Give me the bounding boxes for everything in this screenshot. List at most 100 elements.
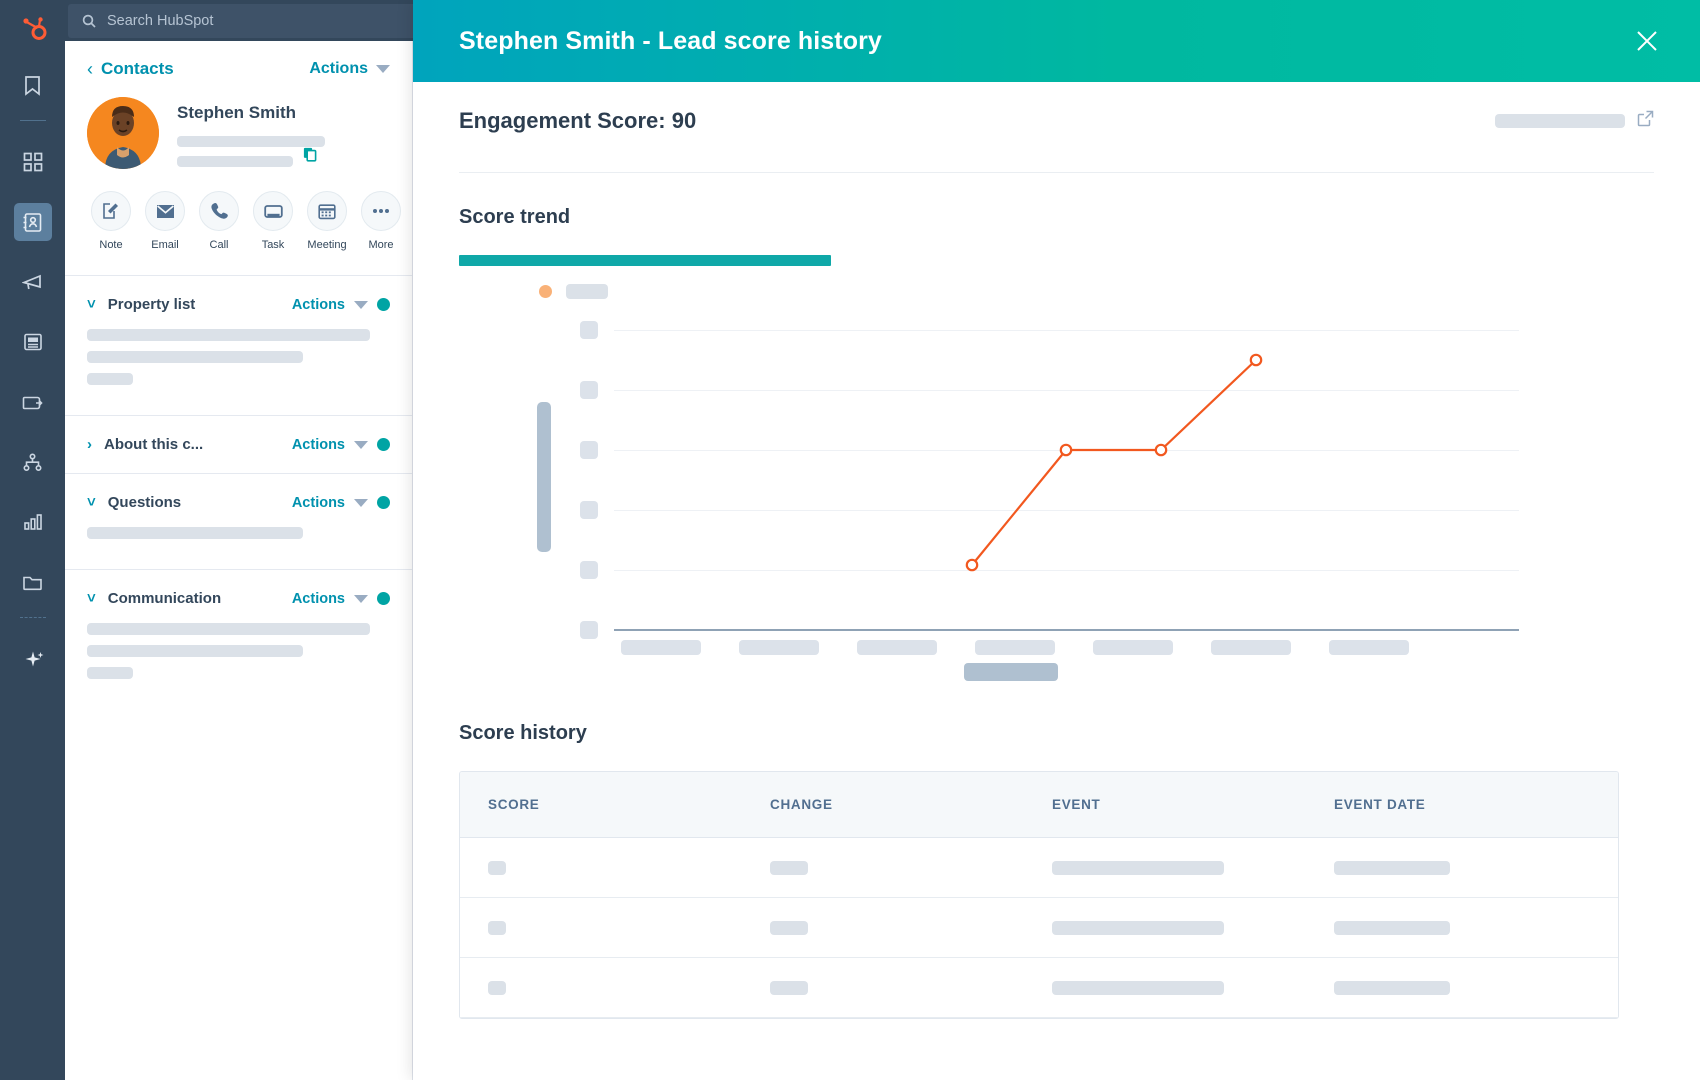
sidebar-item-library[interactable] — [14, 563, 52, 601]
section-title: Questions — [108, 494, 181, 511]
section-header[interactable]: ˅ Questions Actions — [87, 494, 390, 511]
cell-event — [1024, 861, 1306, 875]
caret-down-icon[interactable] — [354, 499, 368, 507]
section-actions-label[interactable]: Actions — [292, 591, 345, 607]
table-row[interactable] — [460, 958, 1618, 1018]
contact-actions-dropdown[interactable]: Actions — [309, 60, 390, 78]
x-tick-skeleton — [1329, 640, 1409, 655]
y-axis-ticks — [580, 284, 600, 704]
avatar — [87, 97, 159, 169]
sidebar-item-commerce[interactable] — [14, 383, 52, 421]
megaphone-icon — [22, 273, 43, 291]
quick-action-more[interactable]: More — [361, 191, 401, 251]
section-title: About this c... — [104, 436, 203, 453]
chevron-down-icon[interactable]: ˅ — [87, 591, 96, 606]
section-divider — [459, 172, 1654, 173]
modal-body: Engagement Score: 90 Score trend — [413, 82, 1700, 1019]
sidebar-item-ai-assistant[interactable] — [14, 640, 52, 678]
phone-icon — [199, 191, 239, 231]
lead-score-history-modal: Stephen Smith - Lead score history Engag… — [413, 0, 1700, 1080]
skeleton-line — [87, 645, 303, 657]
envelope-icon — [145, 191, 185, 231]
breadcrumb-back-contacts[interactable]: ‹ Contacts — [87, 59, 174, 79]
sidebar-item-reporting[interactable] — [14, 503, 52, 541]
panel-section-about: › About this c... Actions — [65, 416, 412, 474]
chevron-left-icon: ‹ — [87, 60, 93, 78]
sidebar-item-marketing[interactable] — [14, 263, 52, 301]
section-actions-label[interactable]: Actions — [292, 297, 345, 313]
breadcrumb-label: Contacts — [101, 59, 174, 79]
sidebar-item-content[interactable] — [14, 323, 52, 361]
x-tick-skeleton — [1093, 640, 1173, 655]
table-header-row: SCORE CHANGE EVENT EVENT DATE — [460, 772, 1618, 838]
x-axis-labels — [621, 640, 1519, 706]
chevron-down-icon[interactable]: ˅ — [87, 297, 96, 312]
panel-section-questions: ˅ Questions Actions — [65, 474, 412, 570]
section-actions-label[interactable]: Actions — [292, 495, 345, 511]
sidebar-item-contacts[interactable] — [14, 203, 52, 241]
column-header-event-date[interactable]: EVENT DATE — [1306, 797, 1588, 812]
panel-section-communication: ˅ Communication Actions — [65, 570, 412, 709]
status-dot — [377, 298, 390, 311]
caret-down-icon[interactable] — [354, 595, 368, 603]
contact-panel: ‹ Contacts Actions — [65, 41, 413, 1080]
skeleton-cell — [770, 861, 808, 875]
column-header-change[interactable]: CHANGE — [742, 797, 1024, 812]
quick-action-note[interactable]: Note — [91, 191, 131, 251]
cell-change — [742, 921, 1024, 935]
section-header[interactable]: › About this c... Actions — [87, 436, 390, 453]
modal-title: Stephen Smith - Lead score history — [459, 27, 882, 56]
quick-actions-row: Note Email Call — [65, 169, 412, 251]
skeleton-cell — [488, 921, 506, 935]
calendar-icon — [307, 191, 347, 231]
chevron-down-icon[interactable]: ˅ — [87, 495, 96, 510]
score-trend-heading: Score trend — [459, 206, 1654, 229]
sidebar-item-automation[interactable] — [14, 443, 52, 481]
contact-detail-skeleton-1 — [177, 136, 325, 147]
chevron-right-icon[interactable]: › — [87, 437, 92, 452]
table-row[interactable] — [460, 898, 1618, 958]
chart-line-score — [972, 360, 1256, 565]
bookmark-icon — [23, 75, 42, 96]
external-link-icon[interactable] — [1637, 110, 1654, 132]
workflow-hierarchy-icon — [22, 453, 43, 472]
skeleton-line — [87, 623, 370, 635]
section-body — [87, 607, 390, 679]
cell-change — [742, 981, 1024, 995]
copy-icon[interactable] — [303, 147, 317, 167]
chart-point — [1251, 355, 1261, 365]
nav-divider-bottom — [20, 617, 46, 618]
sidebar-item-bookmarks[interactable] — [14, 66, 52, 104]
close-icon[interactable] — [1630, 24, 1664, 58]
status-dot — [377, 592, 390, 605]
quick-action-task[interactable]: Task — [253, 191, 293, 251]
legend-marker-icon — [539, 285, 552, 298]
quick-action-call[interactable]: Call — [199, 191, 239, 251]
caret-down-icon[interactable] — [354, 301, 368, 309]
cell-event-date — [1306, 981, 1588, 995]
contacts-card-icon — [22, 212, 43, 233]
search-placeholder-text: Search HubSpot — [107, 13, 213, 29]
section-actions-label[interactable]: Actions — [292, 437, 345, 453]
skeleton-line — [87, 329, 370, 341]
y-tick-skeleton — [580, 441, 598, 459]
skeleton-line — [1495, 114, 1625, 128]
caret-down-icon[interactable] — [354, 441, 368, 449]
quick-action-email[interactable]: Email — [145, 191, 185, 251]
hubspot-sprocket-logo[interactable] — [13, 8, 53, 48]
quick-action-meeting[interactable]: Meeting — [307, 191, 347, 251]
section-header[interactable]: ˅ Communication Actions — [87, 590, 390, 607]
score-history-heading: Score history — [459, 722, 1654, 745]
engagement-score-row: Engagement Score: 90 — [459, 82, 1654, 134]
table-row[interactable] — [460, 838, 1618, 898]
section-header[interactable]: ˅ Property list Actions — [87, 296, 390, 313]
sidebar-item-apps[interactable] — [14, 143, 52, 181]
score-history-table: SCORE CHANGE EVENT EVENT DATE — [459, 771, 1619, 1019]
cell-event-date — [1306, 861, 1588, 875]
column-header-event[interactable]: EVENT — [1024, 797, 1306, 812]
skeleton-cell — [770, 981, 808, 995]
column-header-score[interactable]: SCORE — [460, 797, 742, 812]
chart-point — [967, 560, 977, 570]
sparkle-ai-icon — [22, 650, 44, 668]
contact-identity: Stephen Smith — [65, 93, 412, 169]
